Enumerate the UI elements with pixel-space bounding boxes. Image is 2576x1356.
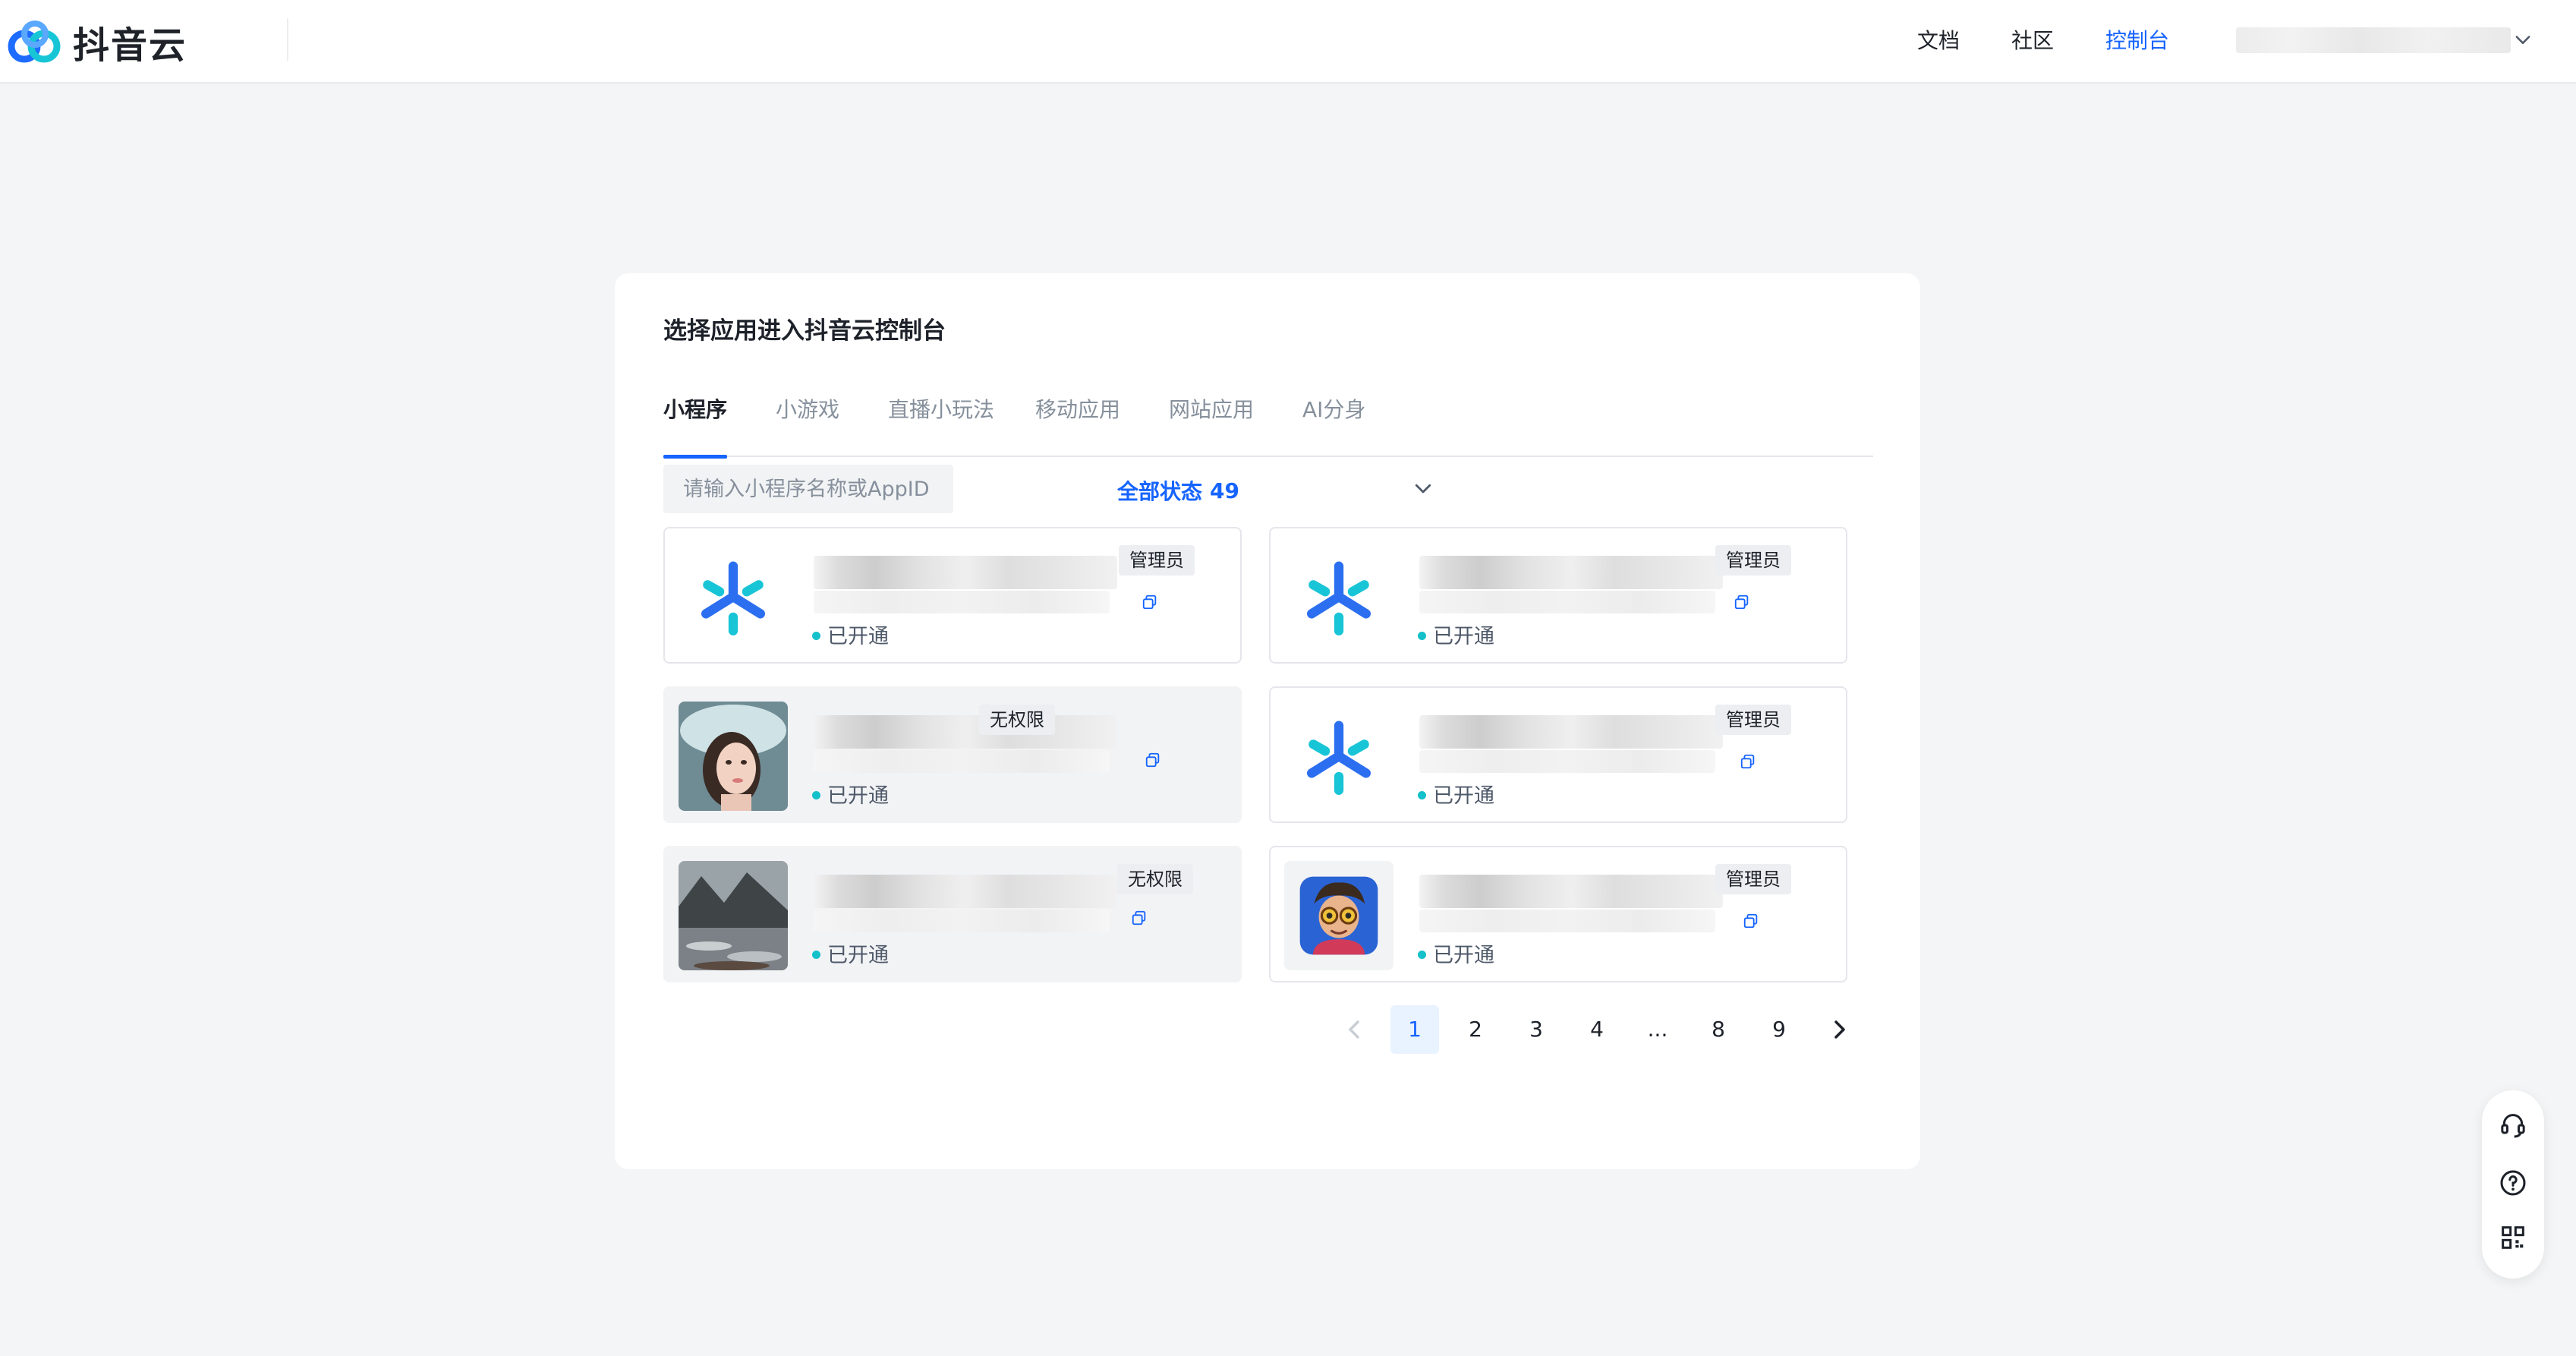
copy-icon[interactable] [1743, 913, 1759, 929]
header-divider [287, 18, 288, 61]
app-name-redacted [814, 715, 1117, 749]
page-9[interactable]: 9 [1755, 1005, 1803, 1054]
role-badge: 管理员 [1119, 545, 1195, 576]
status-filter-count: 49 [1210, 478, 1239, 503]
prev-page-icon[interactable] [1330, 1005, 1378, 1054]
status-filter-label: 全部状态 [1117, 479, 1203, 504]
landscape-avatar [679, 861, 788, 970]
tab-mini-game[interactable]: 小游戏 [776, 387, 839, 457]
copy-icon[interactable] [1142, 594, 1158, 610]
status-dot [812, 951, 820, 959]
app-card[interactable]: 管理员 已开通 [1269, 686, 1847, 823]
app-card[interactable]: 管理员 已开通 [663, 527, 1242, 664]
status-dot [812, 791, 820, 799]
cloud-logo-icon [8, 20, 61, 63]
app-name-redacted [1419, 556, 1723, 589]
role-badge: 管理员 [1715, 705, 1791, 735]
app-card[interactable]: 管理员 已开通 [1269, 527, 1847, 664]
page-8[interactable]: 8 [1694, 1005, 1743, 1054]
portrait-avatar [679, 702, 788, 811]
app-card[interactable]: 管理员 已开通 [1269, 846, 1847, 982]
brand-logo[interactable]: 抖音云 [5, 17, 187, 67]
status-dot [1418, 951, 1426, 959]
headset-icon[interactable] [2498, 1110, 2528, 1140]
app-status: 已开通 [827, 625, 889, 648]
account-name-redacted[interactable] [2236, 27, 2511, 53]
app-id-redacted [814, 591, 1110, 613]
role-badge: 无权限 [1117, 864, 1193, 894]
app-id-redacted [814, 750, 1110, 773]
app-status: 已开通 [1433, 784, 1494, 808]
page-title: 选择应用进入抖音云控制台 [663, 317, 946, 345]
copy-icon[interactable] [1740, 753, 1756, 770]
status-dot [1418, 791, 1426, 799]
app-card[interactable]: 无权限 已开通 [663, 846, 1242, 982]
help-icon[interactable] [2498, 1168, 2528, 1198]
floating-toolbar [2482, 1090, 2544, 1279]
status-filter[interactable]: 全部状态 49 [1117, 475, 1239, 506]
app-card[interactable]: 无权限 已开通 [663, 686, 1242, 823]
copy-icon[interactable] [1145, 752, 1161, 768]
tab-live-play[interactable]: 直播小玩法 [888, 387, 994, 457]
app-status: 已开通 [827, 944, 889, 967]
tab-mobile-app[interactable]: 移动应用 [1035, 387, 1120, 457]
app-name-redacted [814, 875, 1117, 908]
next-page-icon[interactable] [1815, 1005, 1864, 1054]
app-id-redacted [1419, 591, 1715, 613]
app-type-tabs: 小程序 小游戏 直播小玩法 移动应用 网站应用 AI分身 [663, 387, 1873, 459]
app-status: 已开通 [827, 784, 889, 808]
app-id-redacted [1419, 750, 1715, 773]
qrcode-icon[interactable] [2498, 1222, 2528, 1253]
app-id-redacted [814, 910, 1110, 932]
role-badge: 管理员 [1715, 864, 1791, 894]
page-1[interactable]: 1 [1390, 1005, 1439, 1054]
copy-icon[interactable] [1131, 910, 1148, 926]
app-id-redacted [1419, 910, 1715, 932]
page-ellipsis[interactable]: ... [1633, 1005, 1682, 1054]
page-2[interactable]: 2 [1451, 1005, 1500, 1054]
tab-mini-program[interactable]: 小程序 [663, 387, 728, 459]
app-status: 已开通 [1433, 944, 1494, 967]
page-3[interactable]: 3 [1512, 1005, 1560, 1054]
top-navbar: 抖音云 文档 社区 控制台 [0, 0, 2576, 84]
nav-console[interactable]: 控制台 [2105, 24, 2169, 55]
app-select-panel: 选择应用进入抖音云控制台 小程序 小游戏 直播小玩法 移动应用 网站应用 AI分… [615, 273, 1920, 1169]
snowflake-logo-icon [679, 542, 788, 651]
page-4[interactable]: 4 [1573, 1005, 1621, 1054]
role-badge: 管理员 [1715, 545, 1791, 576]
app-name-redacted [1419, 715, 1723, 749]
chevron-down-icon[interactable] [2512, 29, 2533, 50]
tab-website-app[interactable]: 网站应用 [1169, 387, 1254, 457]
app-name-redacted [1419, 875, 1723, 908]
app-name-redacted [814, 556, 1117, 589]
nav-community[interactable]: 社区 [2011, 24, 2054, 55]
role-badge: 无权限 [979, 705, 1055, 735]
app-status: 已开通 [1433, 625, 1494, 648]
status-dot [1418, 632, 1426, 640]
brand-name: 抖音云 [73, 24, 187, 67]
snowflake-logo-icon [1284, 542, 1393, 651]
status-dot [812, 632, 820, 640]
nav-docs[interactable]: 文档 [1917, 24, 1960, 55]
copy-icon[interactable] [1734, 594, 1750, 610]
snowflake-logo-icon [1284, 702, 1393, 811]
tab-ai-avatar[interactable]: AI分身 [1302, 387, 1365, 457]
search-input[interactable] [663, 465, 953, 513]
chevron-down-icon[interactable] [1412, 477, 1434, 500]
cartoon-avatar [1284, 861, 1393, 970]
